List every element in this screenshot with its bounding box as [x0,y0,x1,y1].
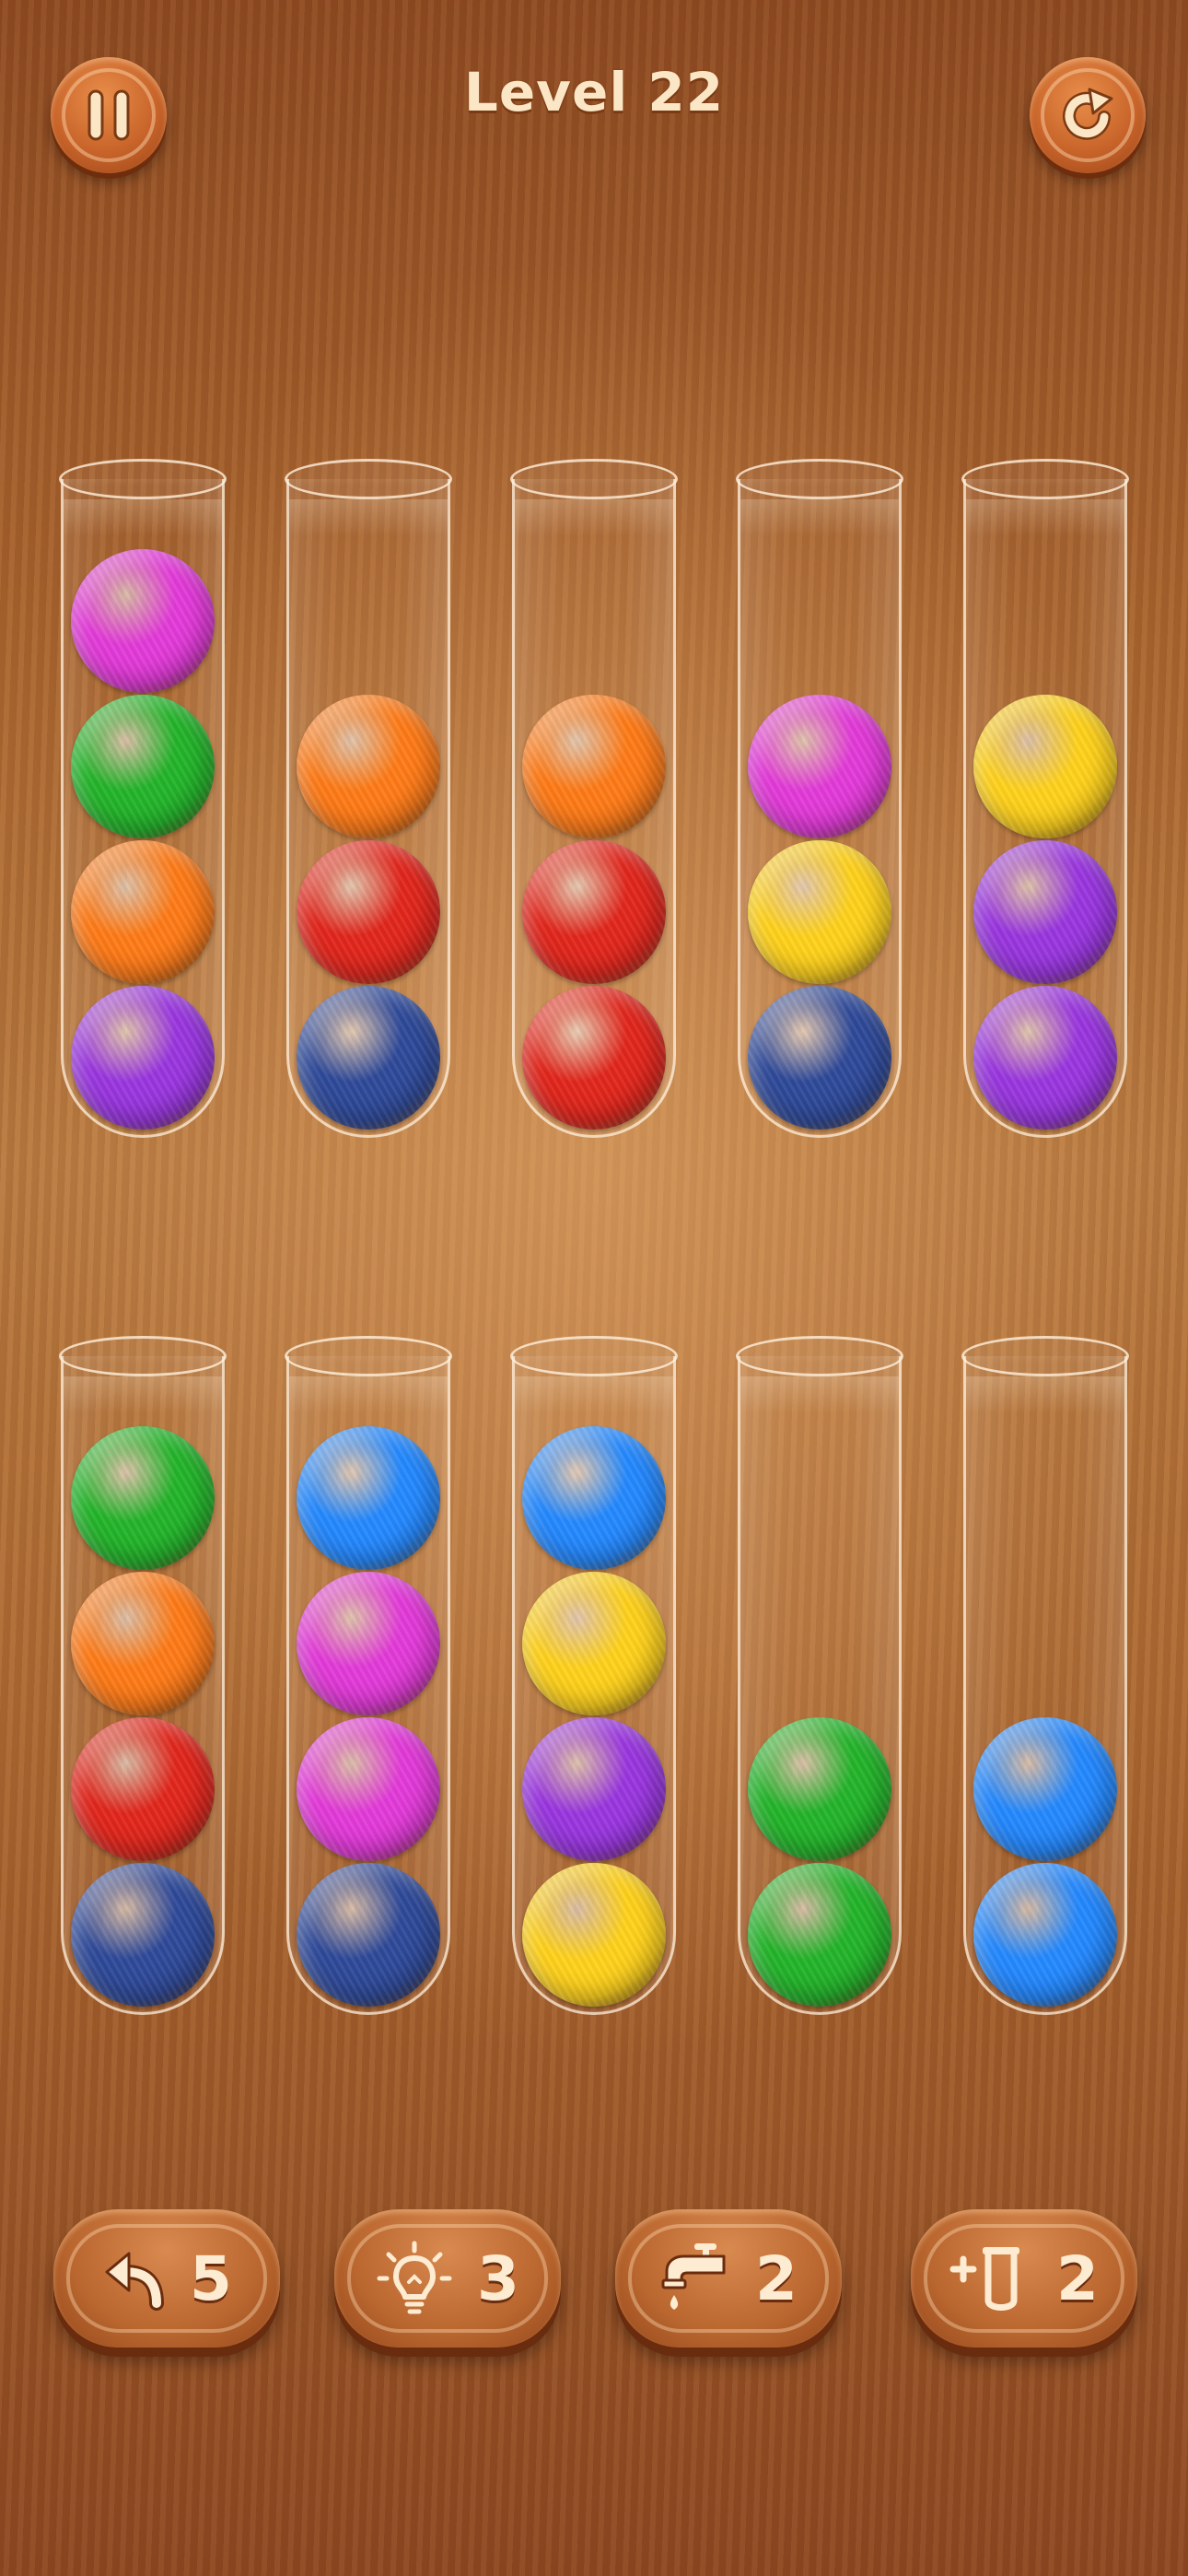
tube-glass-band [64,499,222,536]
ball-blue [973,1863,1117,2007]
tube-glass-band [966,499,1124,536]
tube-rim [285,459,452,499]
ball-yellow [522,1572,666,1715]
ball-red [522,840,666,984]
restart-icon [1063,88,1113,140]
tube-7[interactable] [285,1336,452,2015]
hint-count: 3 [477,2242,519,2314]
ball-blue [973,1717,1117,1861]
tube-glass-band [515,1376,673,1413]
pour-count: 2 [755,2242,798,2314]
tube-glass-band [289,1376,448,1413]
tube-10[interactable] [961,1336,1129,2015]
tube-glass-band [740,1376,899,1413]
undo-icon [105,2252,165,2311]
ball-navy [297,1863,440,2007]
ball-green [748,1863,891,2007]
ball-blue [522,1426,666,1570]
ball-magenta [748,695,891,838]
tube-glass-band [515,499,673,536]
tube-glass-band [289,499,448,536]
ball-purple [71,986,215,1130]
ball-purple [973,840,1117,984]
tube-2[interactable] [285,459,452,1138]
ball-yellow [748,840,891,984]
ball-orange [297,695,440,838]
ball-navy [297,986,440,1130]
tube-rim [961,1336,1129,1376]
ball-navy [71,1863,215,2007]
ball-purple [522,1717,666,1861]
ball-magenta [297,1572,440,1715]
tube-9[interactable] [736,1336,903,2015]
tube-8[interactable] [510,1336,678,2015]
ball-orange [522,695,666,838]
pour-button[interactable]: 2 [615,2209,842,2348]
tube-6[interactable] [59,1336,227,2015]
undo-button[interactable]: 5 [53,2209,280,2348]
add-tube-count: 2 [1056,2242,1099,2314]
tube-5[interactable] [961,459,1129,1138]
ball-orange [71,840,215,984]
tube-glass-band [64,1376,222,1413]
ball-red [522,986,666,1130]
tube-rim [59,1336,227,1376]
tube-glass-band [740,499,899,536]
lightbulb-icon [377,2241,452,2314]
tube-1[interactable] [59,459,227,1138]
tube-rim [736,459,903,499]
ball-yellow [973,695,1117,838]
tube-rim [285,1336,452,1376]
ball-green [71,695,215,838]
tube-4[interactable] [736,459,903,1138]
tube-glass-band [966,1376,1124,1413]
tube-rim [961,459,1129,499]
ball-purple [973,986,1117,1130]
ball-orange [71,1572,215,1715]
ball-navy [748,986,891,1130]
ball-magenta [71,549,215,693]
tube-rim [736,1336,903,1376]
ball-magenta [297,1717,440,1861]
faucet-icon [661,2243,726,2310]
tube-rim [510,1336,678,1376]
ball-green [71,1426,215,1570]
tube-rim [59,459,227,499]
tube-3[interactable] [510,459,678,1138]
ball-green [748,1717,891,1861]
add-tube-icon [949,2247,1020,2311]
ball-red [71,1717,215,1861]
restart-button[interactable] [1030,57,1146,173]
undo-count: 5 [190,2242,232,2314]
level-title: Level 22 [463,61,725,123]
ball-yellow [522,1863,666,2007]
ball-blue [297,1426,440,1570]
tube-rim [510,459,678,499]
ball-red [297,840,440,984]
add-tube-button[interactable]: 2 [911,2209,1137,2348]
hint-button[interactable]: 3 [334,2209,561,2348]
